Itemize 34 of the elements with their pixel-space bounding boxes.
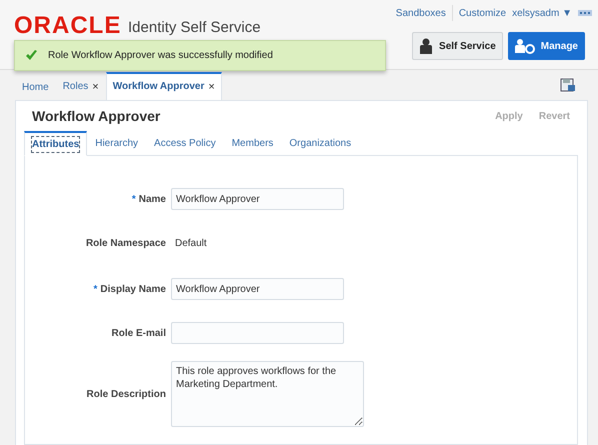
logo: ORACLE (14, 14, 122, 38)
save-icon[interactable] (560, 78, 576, 92)
user-menu[interactable]: xelsysadm ▼ (512, 6, 572, 20)
field-label: Role Namespace (86, 238, 166, 248)
tab[interactable]: Home (15, 74, 56, 100)
field-label: * Name (132, 194, 166, 204)
checkmark-icon (25, 50, 38, 61)
more-icon[interactable] (578, 10, 592, 16)
input-field[interactable]: Workflow Approver (171, 188, 344, 210)
people-gear-icon (514, 38, 535, 54)
close-icon[interactable]: × (92, 78, 99, 95)
tab[interactable]: Hierarchy (87, 131, 146, 155)
person-icon (419, 38, 434, 54)
field-label: * Display Name (94, 284, 166, 294)
notification-text: Role Workflow Approver was successfully modified (48, 49, 273, 63)
field-label: Role E-mail (112, 328, 166, 338)
input-field[interactable]: Workflow Approver (171, 278, 344, 300)
field-label: Role Description (86, 388, 166, 400)
tab[interactable]: Workflow Approver × (106, 72, 222, 100)
sandboxes-link[interactable]: Sandboxes (396, 6, 446, 20)
tab[interactable]: Organizations (281, 131, 360, 155)
close-icon[interactable]: × (208, 78, 215, 95)
tab[interactable]: Members (224, 131, 282, 155)
manage-button[interactable]: Manage (508, 32, 585, 60)
product-title: Identity Self Service (128, 18, 261, 38)
self-service-button[interactable]: Self Service (412, 32, 503, 60)
tab[interactable]: Attributes (24, 131, 88, 156)
tab[interactable]: Access Policy (146, 131, 224, 155)
input-field[interactable] (171, 322, 344, 344)
tab[interactable]: Roles × (56, 72, 106, 100)
text-area[interactable]: This role approves workflows for the Marketing Department. (171, 361, 364, 427)
field-value: Default (174, 236, 207, 250)
panel-title: Workflow Approver (32, 108, 160, 124)
customize-link[interactable]: Customize (458, 6, 506, 20)
